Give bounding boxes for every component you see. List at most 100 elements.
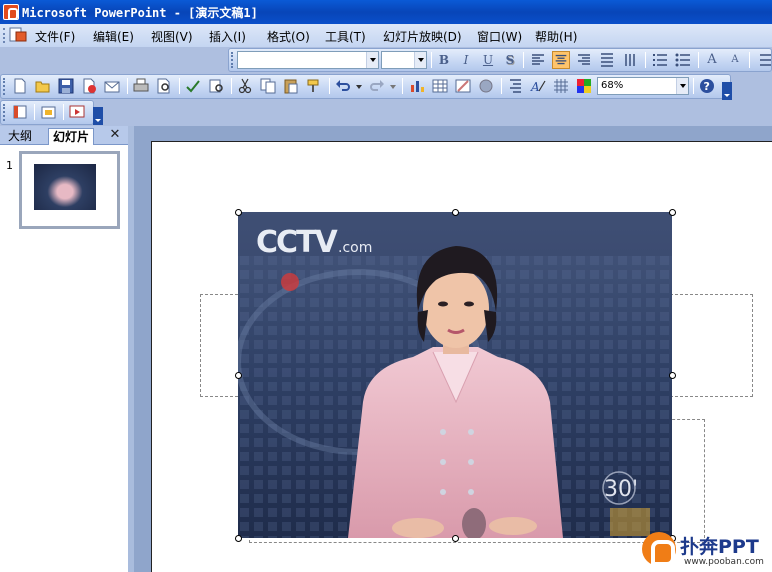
standard-toolbar-grip[interactable] bbox=[3, 78, 6, 95]
zoom-dropdown-icon[interactable] bbox=[676, 78, 688, 94]
close-pane-icon[interactable]: ✕ bbox=[108, 127, 122, 143]
format-painter-icon[interactable] bbox=[305, 77, 323, 95]
separator bbox=[402, 78, 403, 94]
menu-bar-grip[interactable] bbox=[3, 28, 6, 43]
resize-handle-ne[interactable] bbox=[669, 209, 676, 216]
align-right-icon[interactable] bbox=[575, 51, 593, 69]
show-formatting-icon[interactable]: A bbox=[529, 77, 547, 95]
distribute-icon[interactable] bbox=[598, 51, 616, 69]
research-icon[interactable] bbox=[207, 77, 225, 95]
separator bbox=[749, 52, 750, 68]
resize-handle-sw[interactable] bbox=[235, 535, 242, 542]
separator bbox=[431, 52, 432, 68]
slide-design-icon[interactable] bbox=[11, 103, 29, 121]
separator bbox=[693, 78, 694, 94]
menu-bar: 文件(F) 编辑(E) 视图(V) 插入(I) 格式(O) 工具(T) 幻灯片放… bbox=[0, 24, 772, 47]
promote-icon[interactable] bbox=[755, 51, 772, 69]
watermark: 扑奔PPT www.pooban.com bbox=[640, 530, 772, 572]
undo-dropdown-icon[interactable] bbox=[354, 77, 364, 95]
resize-handle-e[interactable] bbox=[669, 372, 676, 379]
menu-edit[interactable]: 编辑(E) bbox=[93, 28, 134, 45]
font-size-dropdown-icon[interactable] bbox=[414, 52, 426, 68]
separator bbox=[329, 78, 330, 94]
document-icon[interactable] bbox=[9, 27, 27, 43]
align-left-icon[interactable] bbox=[529, 51, 547, 69]
vertical-text-icon[interactable] bbox=[621, 51, 639, 69]
drawing-toolbar-grip[interactable] bbox=[3, 104, 6, 121]
show-grid-icon[interactable] bbox=[552, 77, 570, 95]
pooban-logo-icon bbox=[642, 532, 676, 566]
resize-handle-w[interactable] bbox=[235, 372, 242, 379]
print-preview-icon[interactable] bbox=[155, 77, 173, 95]
cut-icon[interactable] bbox=[236, 77, 254, 95]
drawing-toolbar bbox=[0, 100, 94, 125]
increase-font-size-button[interactable]: A bbox=[703, 51, 721, 69]
slide-show-icon[interactable] bbox=[68, 103, 86, 121]
menu-slideshow[interactable]: 幻灯片放映(D) bbox=[383, 28, 462, 45]
bullets-icon[interactable] bbox=[674, 51, 692, 69]
print-icon[interactable] bbox=[132, 77, 150, 95]
menu-view[interactable]: 视图(V) bbox=[151, 28, 193, 45]
redo-icon[interactable] bbox=[368, 77, 386, 95]
expand-all-icon[interactable] bbox=[506, 77, 524, 95]
copy-icon[interactable] bbox=[259, 77, 277, 95]
font-name-dropdown-icon[interactable] bbox=[366, 52, 378, 68]
picture-content: CCTV .com 30' bbox=[238, 212, 672, 538]
spelling-icon[interactable] bbox=[184, 77, 202, 95]
separator bbox=[63, 104, 64, 120]
redo-dropdown-icon[interactable] bbox=[388, 77, 398, 95]
email-icon[interactable] bbox=[103, 77, 121, 95]
font-name-select[interactable] bbox=[237, 51, 379, 69]
tables-and-borders-icon[interactable] bbox=[454, 77, 472, 95]
watermark-url: www.pooban.com bbox=[684, 557, 764, 567]
insert-table-icon[interactable] bbox=[431, 77, 449, 95]
undo-icon[interactable] bbox=[334, 77, 352, 95]
help-icon[interactable]: ? bbox=[698, 77, 716, 95]
cctv-logo-suffix: .com bbox=[338, 240, 372, 256]
tab-slides[interactable]: 幻灯片 bbox=[48, 128, 95, 145]
underline-button[interactable]: U bbox=[479, 51, 497, 69]
menu-file[interactable]: 文件(F) bbox=[35, 28, 75, 45]
separator bbox=[698, 52, 699, 68]
tab-outline[interactable]: 大纲 bbox=[4, 128, 36, 145]
formatting-toolbar: B I U S A A bbox=[228, 48, 772, 72]
resize-handle-s[interactable] bbox=[452, 535, 459, 542]
separator bbox=[231, 78, 232, 94]
decrease-font-size-button[interactable]: A bbox=[726, 51, 744, 69]
menu-help[interactable]: 帮助(H) bbox=[535, 28, 577, 45]
font-size-select[interactable] bbox=[381, 51, 427, 69]
color-grayscale-icon[interactable] bbox=[575, 77, 593, 95]
save-icon[interactable] bbox=[57, 77, 75, 95]
italic-button[interactable]: I bbox=[457, 51, 475, 69]
resize-handle-nw[interactable] bbox=[235, 209, 242, 216]
permission-icon[interactable] bbox=[80, 77, 98, 95]
separator bbox=[645, 52, 646, 68]
menu-window[interactable]: 窗口(W) bbox=[477, 28, 522, 45]
powerpoint-app-icon[interactable] bbox=[3, 4, 19, 20]
new-document-icon[interactable] bbox=[11, 77, 29, 95]
menu-tools[interactable]: 工具(T) bbox=[325, 28, 366, 45]
slide[interactable]: CCTV .com 30' bbox=[151, 141, 772, 572]
shadow-button[interactable]: S bbox=[501, 51, 519, 69]
toolbar-options-icon[interactable] bbox=[722, 82, 732, 100]
bold-button[interactable]: B bbox=[435, 51, 453, 69]
formatting-toolbar-grip[interactable] bbox=[231, 52, 234, 68]
zoom-select[interactable]: 68% bbox=[597, 77, 689, 95]
menu-format[interactable]: 格式(O) bbox=[267, 28, 310, 45]
news-anchor-picture[interactable]: CCTV .com 30' bbox=[238, 212, 672, 538]
insert-chart-icon[interactable] bbox=[408, 77, 426, 95]
slides-pane: 大纲 幻灯片 ✕ 1 bbox=[0, 126, 128, 572]
slide-thumbnail[interactable] bbox=[19, 151, 120, 229]
numbering-icon[interactable] bbox=[651, 51, 669, 69]
open-folder-icon[interactable] bbox=[34, 77, 52, 95]
insert-hyperlink-icon[interactable] bbox=[477, 77, 495, 95]
drawing-toolbar-options-icon[interactable] bbox=[93, 107, 103, 125]
paste-icon[interactable] bbox=[282, 77, 300, 95]
menu-insert[interactable]: 插入(I) bbox=[209, 28, 246, 45]
svg-text:?: ? bbox=[704, 80, 710, 93]
zoom-value: 68% bbox=[601, 80, 624, 91]
align-center-icon[interactable] bbox=[552, 51, 570, 69]
slide-number: 1 bbox=[6, 159, 13, 172]
new-slide-icon[interactable] bbox=[40, 103, 58, 121]
resize-handle-n[interactable] bbox=[452, 209, 459, 216]
